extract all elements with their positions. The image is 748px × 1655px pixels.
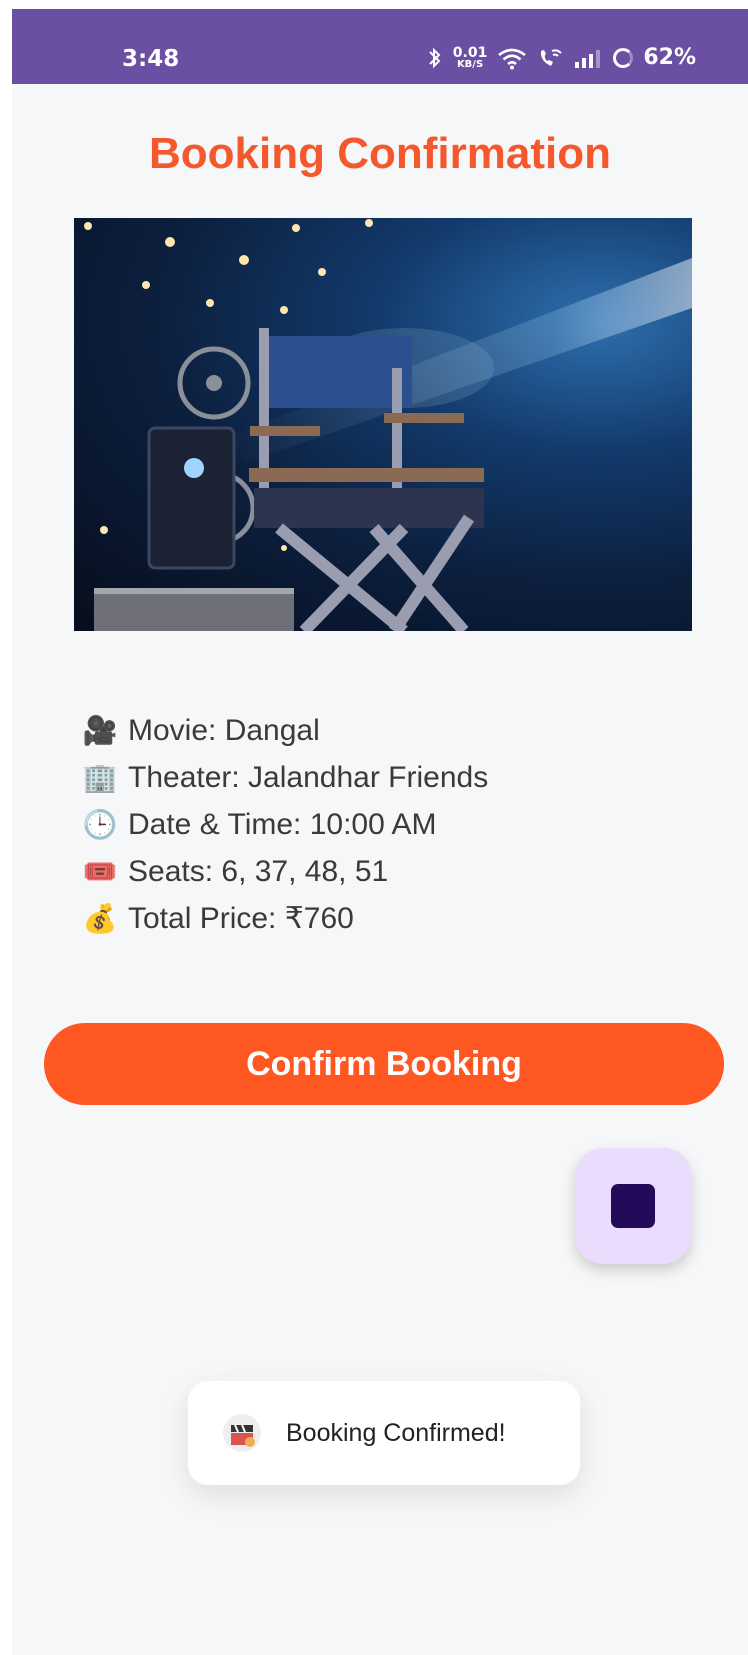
battery-level: 62% (643, 45, 696, 70)
detail-seats-text: Seats: 6, 37, 48, 51 (128, 854, 389, 888)
wifi-calling-icon (541, 48, 563, 66)
detail-total-price-text: Total Price: ₹760 (128, 902, 354, 935)
toast-message: Booking Confirmed! (286, 1418, 506, 1447)
network-speed: 0.01 KB/S (453, 46, 488, 70)
app-screen: 3:48 0.01 KB/S 62% Booking Confirmation … (12, 9, 748, 1655)
network-speed-unit: KB/S (456, 58, 484, 70)
page-title: Booking Confirmation (149, 129, 611, 178)
detail-theater: 🏢 Theater: Jalandhar Friends (78, 754, 678, 801)
ticket-icon: 🎟️ (82, 856, 118, 887)
movie-banner-image (74, 218, 692, 631)
detail-total-price: 💰 Total Price: ₹760 (78, 895, 678, 942)
detail-theater-text: Theater: Jalandhar Friends (128, 760, 489, 794)
clock-icon: 🕒 (82, 809, 118, 840)
office-building-icon: 🏢 (82, 762, 118, 793)
bluetooth-icon (429, 47, 441, 68)
detail-movie: 🎥 Movie: Dangal (78, 707, 678, 754)
booking-details: 🎥 Movie: Dangal 🏢 Theater: Jalandhar Fri… (78, 707, 678, 942)
status-bar: 3:48 0.01 KB/S 62% (12, 9, 748, 84)
money-bag-icon: 💰 (82, 903, 118, 934)
confirm-booking-button[interactable]: Confirm Booking (44, 1023, 724, 1105)
wifi-icon (498, 48, 527, 69)
stop-fab-button[interactable] (575, 1148, 691, 1264)
status-time: 3:48 (122, 46, 180, 72)
stop-icon (611, 1184, 655, 1228)
detail-date-time-text: Date & Time: 10:00 AM (128, 807, 437, 841)
network-speed-value: 0.01 (452, 44, 488, 61)
booking-toast: Booking Confirmed! (188, 1381, 580, 1485)
app-icon (223, 1414, 261, 1452)
movie-camera-icon: 🎥 (82, 715, 118, 746)
signal-icon (575, 49, 601, 68)
battery-icon (613, 47, 634, 68)
status-icons: 0.01 KB/S 62% (427, 45, 696, 70)
detail-seats: 🎟️ Seats: 6, 37, 48, 51 (78, 848, 678, 895)
detail-movie-text: Movie: Dangal (128, 713, 320, 747)
detail-date-time: 🕒 Date & Time: 10:00 AM (78, 801, 678, 848)
